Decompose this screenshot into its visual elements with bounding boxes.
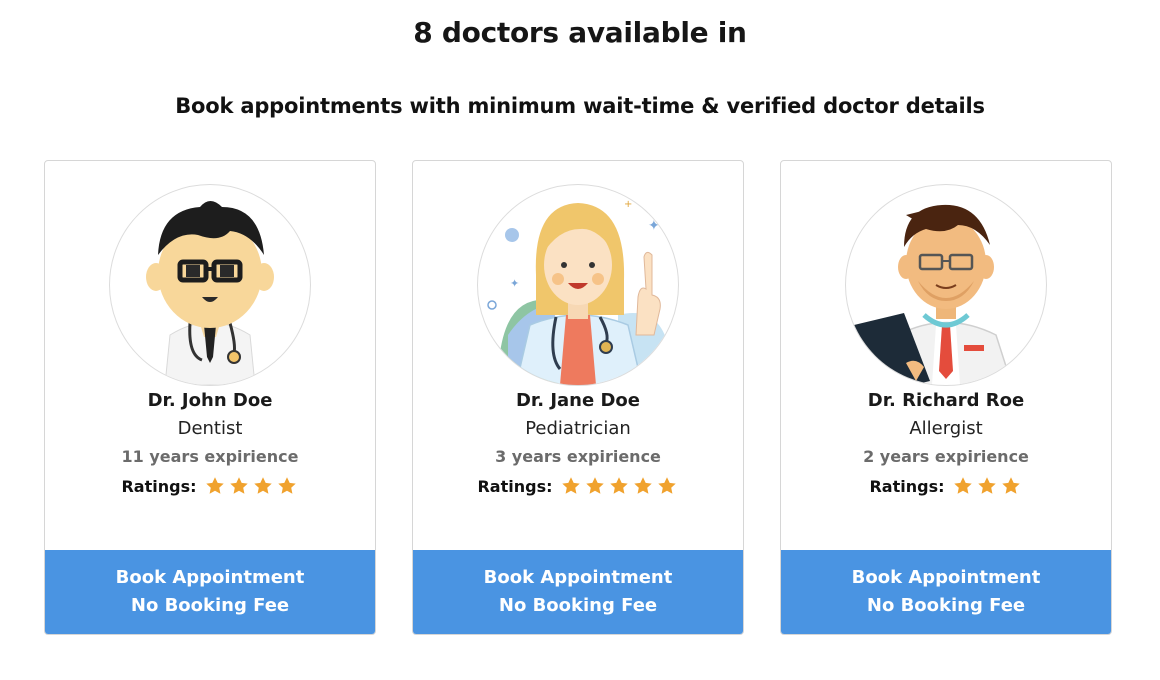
svg-text:✦: ✦ bbox=[648, 218, 660, 234]
star-icon bbox=[253, 477, 272, 494]
no-booking-fee-label: No Booking Fee bbox=[130, 595, 290, 616]
male-doctor-glasses-avatar bbox=[109, 184, 311, 386]
doctor-card: Dr. John Doe Dentist 11 years expirience… bbox=[44, 160, 376, 635]
star-icon bbox=[229, 477, 248, 494]
book-appointment-button[interactable]: Book Appointment No Booking Fee bbox=[413, 550, 743, 634]
page-title: 8 doctors available in bbox=[413, 16, 747, 49]
doctor-name: Dr. Richard Roe bbox=[867, 390, 1025, 411]
ratings: Ratings: bbox=[781, 475, 1111, 497]
star-icon bbox=[277, 477, 296, 494]
star-icon bbox=[609, 477, 628, 494]
star-icon bbox=[585, 477, 604, 494]
doctor-card: ✦ ✦ + Dr. Jane Doe Pediatrician 3 years … bbox=[412, 160, 744, 635]
male-doctor-clipboard-avatar bbox=[845, 184, 1047, 386]
ratings: Ratings: bbox=[45, 475, 375, 497]
doctor-name: Dr. Jane Doe bbox=[515, 390, 640, 411]
star-icon bbox=[1001, 477, 1020, 494]
star-icon bbox=[633, 477, 652, 494]
doctor-specialty: Allergist bbox=[909, 418, 983, 439]
doctor-experience: 11 years expirience bbox=[121, 447, 299, 466]
doctor-specialty: Pediatrician bbox=[525, 418, 631, 439]
doctor-experience: 3 years expirience bbox=[495, 447, 661, 466]
ratings-label: Ratings: bbox=[869, 476, 945, 496]
star-icon bbox=[977, 477, 996, 494]
book-appointment-button[interactable]: Book Appointment No Booking Fee bbox=[781, 550, 1111, 634]
doctor-card: Dr. Richard Roe Allergist 2 years expiri… bbox=[780, 160, 1112, 635]
svg-text:+: + bbox=[624, 199, 632, 210]
doctor-experience: 2 years expirience bbox=[863, 447, 1029, 466]
book-appointment-label: Book Appointment bbox=[115, 567, 305, 588]
book-appointment-label: Book Appointment bbox=[851, 567, 1041, 588]
female-doctor-avatar: ✦ ✦ + bbox=[477, 184, 679, 386]
page-subtitle: Book appointments with minimum wait-time… bbox=[175, 94, 985, 118]
star-icon bbox=[953, 477, 972, 494]
ratings: Ratings: bbox=[413, 475, 743, 497]
ratings-label: Ratings: bbox=[477, 476, 553, 496]
ratings-label: Ratings: bbox=[121, 476, 197, 496]
book-appointment-label: Book Appointment bbox=[483, 567, 673, 588]
star-icon bbox=[561, 477, 580, 494]
doctor-specialty: Dentist bbox=[177, 418, 243, 439]
no-booking-fee-label: No Booking Fee bbox=[498, 595, 658, 616]
book-appointment-button[interactable]: Book Appointment No Booking Fee bbox=[45, 550, 375, 634]
doctor-name: Dr. John Doe bbox=[147, 390, 273, 411]
svg-text:✦: ✦ bbox=[510, 277, 519, 290]
no-booking-fee-label: No Booking Fee bbox=[866, 595, 1026, 616]
star-icon bbox=[205, 477, 224, 494]
star-icon bbox=[657, 477, 676, 494]
